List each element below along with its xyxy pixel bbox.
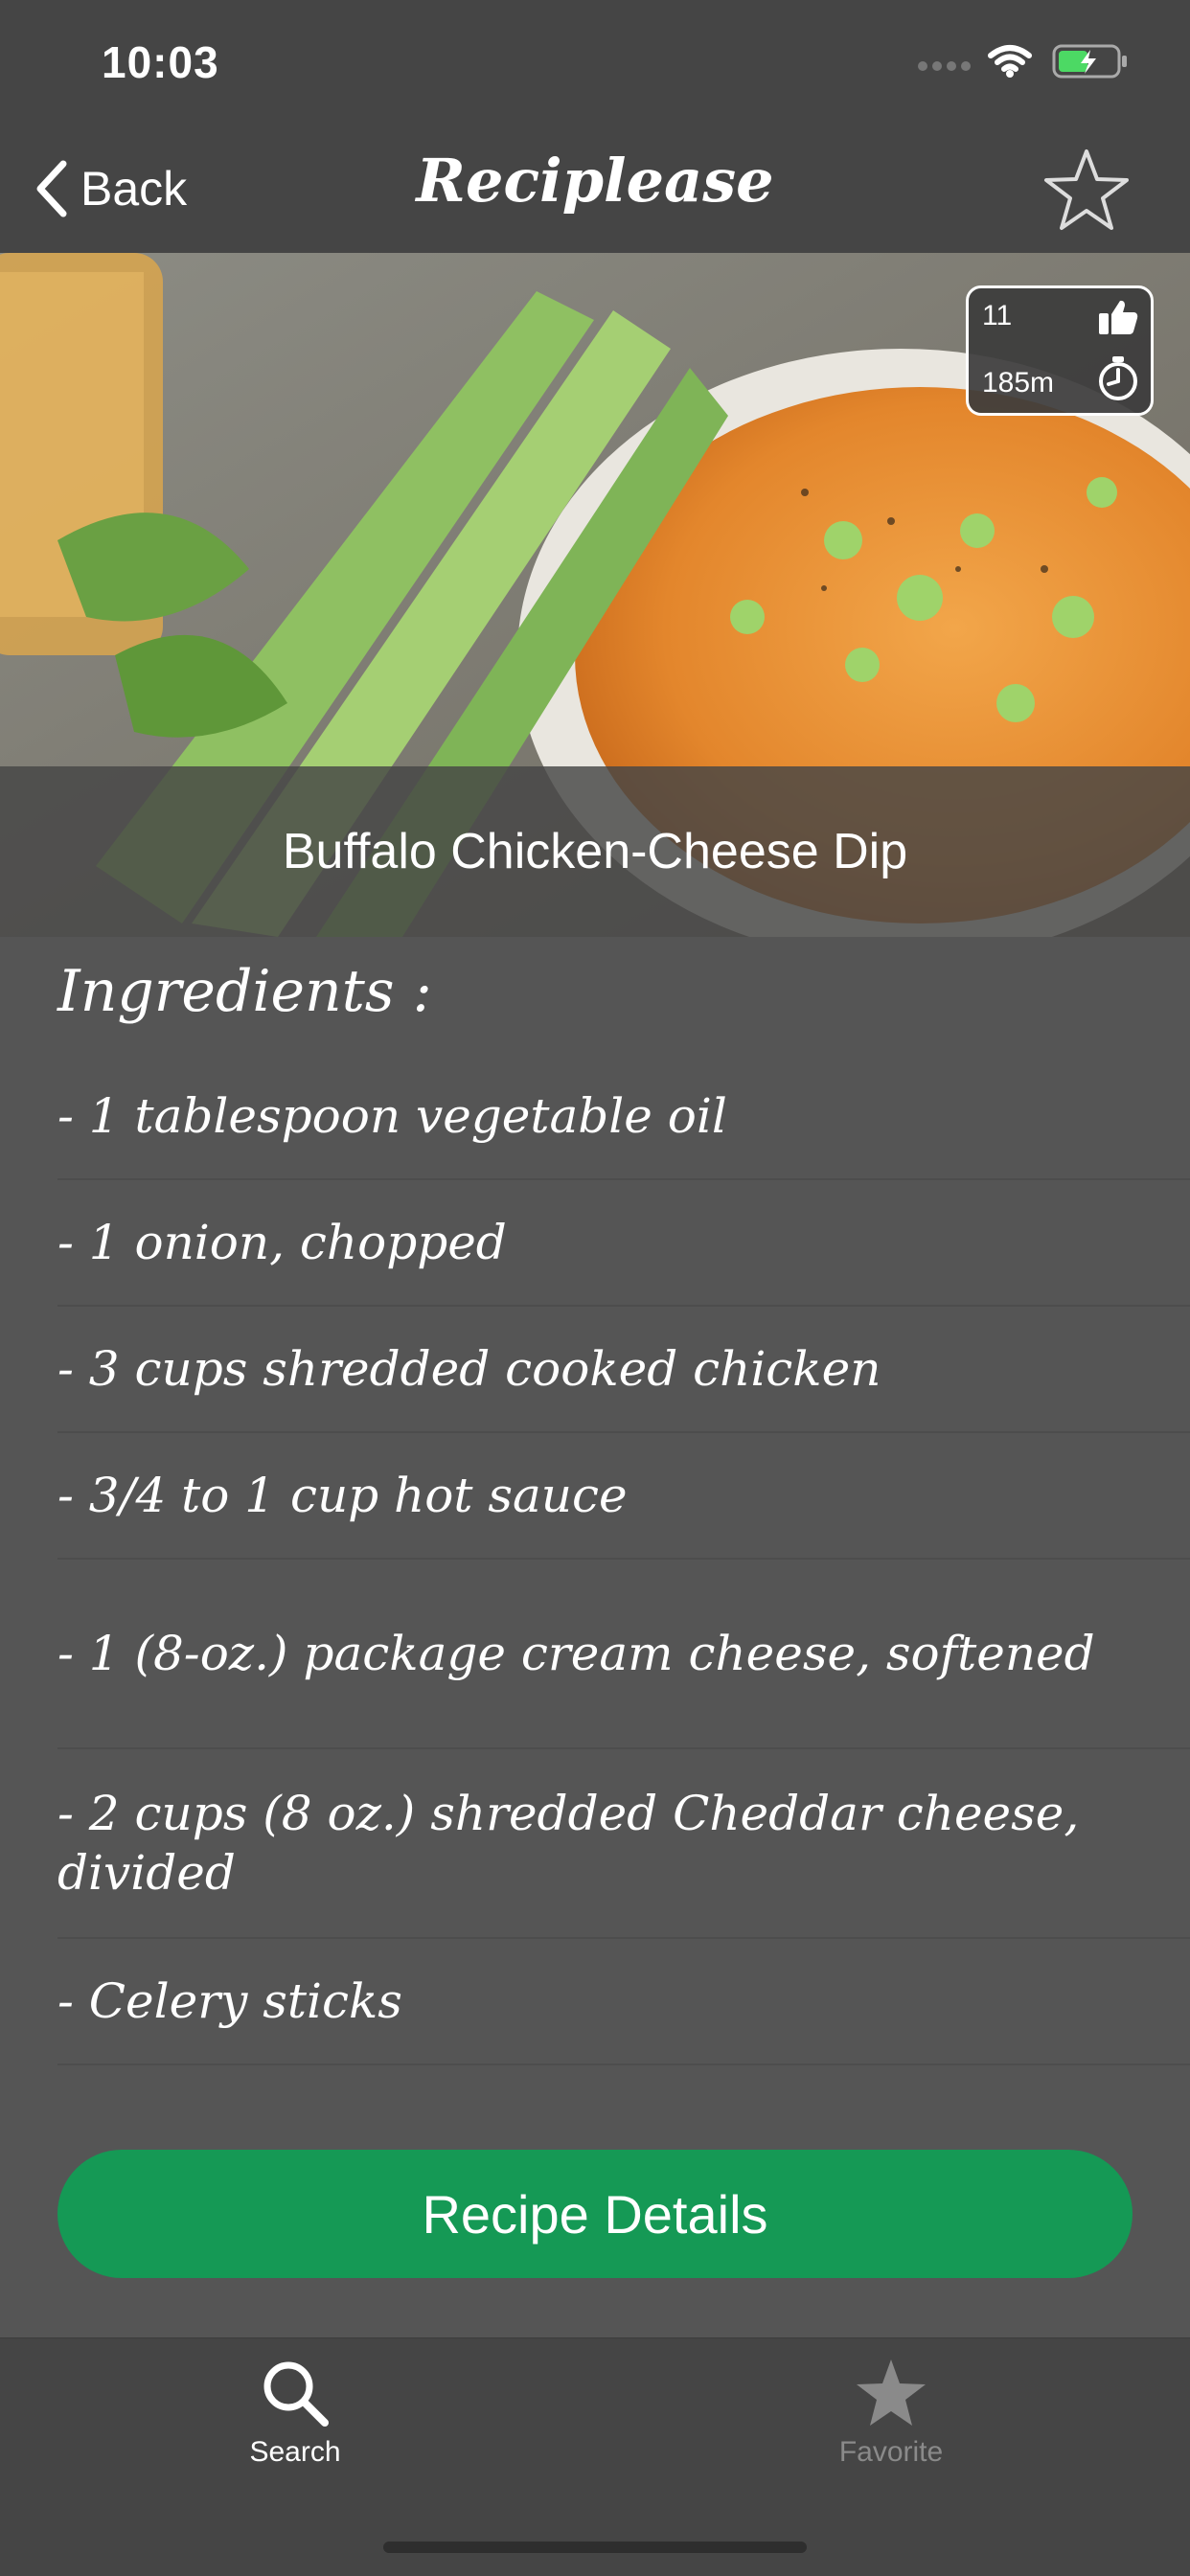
home-indicator [383, 2542, 807, 2553]
page-title: Reciplease [416, 146, 774, 216]
status-time: 10:03 [102, 37, 219, 87]
timer-icon [1099, 356, 1137, 400]
duration: 185m [982, 367, 1055, 399]
ingredient-item: - Celery sticks [57, 1939, 1190, 2065]
ingredient-item: - 1 onion, chopped [57, 1180, 1190, 1307]
likes-count: 11 [982, 300, 1013, 331]
star-outline-icon[interactable] [1042, 148, 1131, 234]
wifi-icon [988, 45, 1032, 78]
recipe-title: Buffalo Chicken-Cheese Dip [282, 824, 908, 879]
tab-search[interactable]: Search [151, 2358, 439, 2492]
ingredients-list: - 1 tablespoon vegetable oil - 1 onion, … [57, 1054, 1190, 2065]
recipe-info-badge: 11 185m [966, 285, 1154, 416]
star-filled-icon [857, 2359, 926, 2426]
tab-search-label: Search [249, 2436, 341, 2468]
magnifier-icon [263, 2361, 329, 2427]
ingredient-item: - 2 cups (8 oz.) shredded Cheddar cheese… [57, 1749, 1190, 1939]
ingredient-item: - 1 tablespoon vegetable oil [57, 1054, 1190, 1180]
recipe-title-bar: Buffalo Chicken-Cheese Dip [0, 766, 1190, 937]
tab-favorite-label: Favorite [838, 2436, 944, 2468]
status-bar: 10:03 [0, 0, 1190, 128]
battery-charging-icon [1052, 44, 1127, 79]
navigation-bar: Back Reciplease [0, 128, 1190, 253]
recipe-details-button[interactable]: Recipe Details [57, 2150, 1133, 2278]
ingredient-item: - 1 (8-oz.) package cream cheese, soften… [57, 1560, 1190, 1749]
thumbs-up-icon [1099, 300, 1138, 334]
tab-bar: Search Favorite [0, 2337, 1190, 2576]
cellular-signal-icon [918, 57, 972, 71]
ingredient-item: - 3/4 to 1 cup hot sauce [57, 1433, 1190, 1560]
tab-favorite[interactable]: Favorite [747, 2358, 1035, 2492]
ingredient-item: - 3 cups shredded cooked chicken [57, 1307, 1190, 1433]
ingredients-heading: Ingredients : [57, 958, 432, 1025]
